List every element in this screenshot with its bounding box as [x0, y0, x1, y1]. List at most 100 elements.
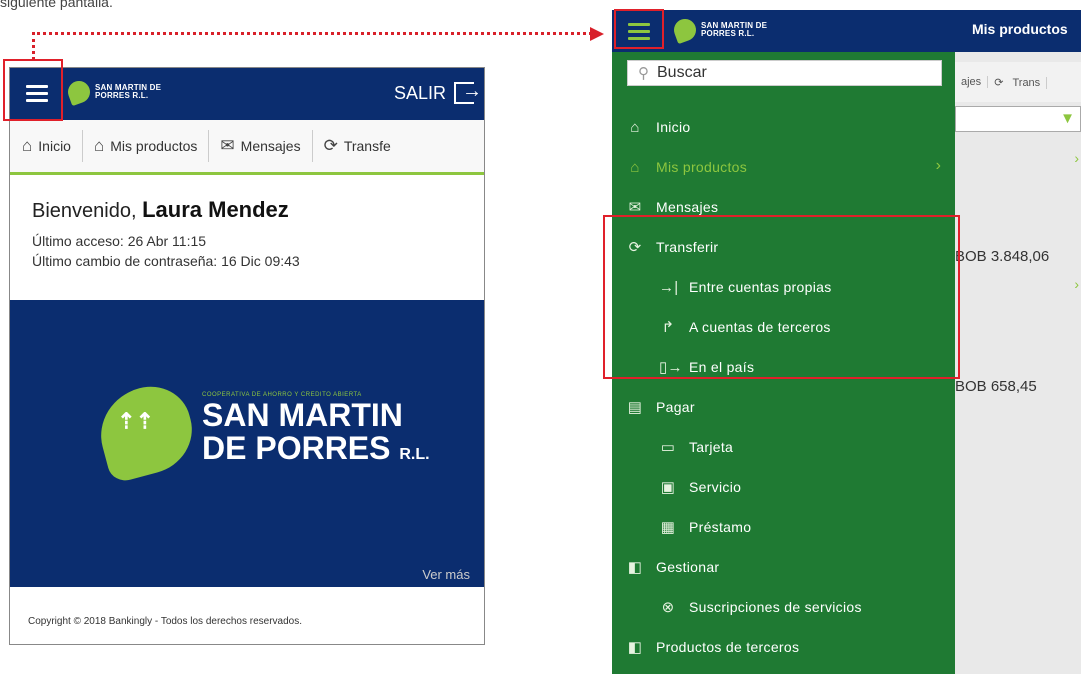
menu-label: Préstamo — [689, 519, 752, 535]
menu-label: Suscripciones de servicios — [689, 599, 862, 615]
menu-label: Gestionar — [656, 559, 720, 575]
menu-item-entre-cuentas-propias[interactable]: →| Entre cuentas propias — [659, 271, 832, 303]
brand-logo: SAN MARTIN DE PORRES R.L. — [670, 15, 771, 45]
hamburger-menu-icon[interactable] — [26, 85, 48, 106]
header-title: Mis productos — [972, 21, 1068, 37]
logo-leaf-icon — [670, 15, 700, 45]
welcome-section: Bienvenido, Laura Mendez Último acceso: … — [10, 175, 484, 300]
banner-suffix: R.L. — [399, 445, 430, 463]
chevron-right-icon: › — [1074, 276, 1079, 292]
tab-label: Mensajes — [240, 138, 301, 154]
menu-label: Tarjeta — [689, 439, 734, 455]
logout-label: SALIR — [393, 82, 446, 103]
menu-label: Pagar — [656, 399, 695, 415]
service-icon: ▣ — [660, 479, 676, 496]
tab-label: Transfe — [343, 138, 391, 154]
arrow-bar-icon: →| — [659, 278, 679, 296]
door-arrow-icon: ▯→ — [659, 359, 683, 376]
menu-label: Mensajes — [656, 199, 719, 215]
connector-arrowhead — [590, 27, 604, 41]
arrow-turn-icon: ↱ — [661, 319, 675, 336]
connector-vertical — [32, 32, 35, 60]
third-party-icon: ◧ — [627, 639, 643, 656]
transfer-icon: ⟳ — [628, 239, 642, 256]
brand-banner: ⇡⇡ COOPERATIVA DE AHORRO Y CREDITO ABIER… — [10, 300, 484, 587]
menu-label: A cuentas de terceros — [689, 319, 831, 335]
logo-leaf-icon — [64, 77, 94, 107]
transfer-icon: ⟳ — [323, 136, 338, 155]
tab-bar: ⌂ Inicio ⌂ Mis productos ✉ Mensajes ⟳ Transf… — [10, 120, 484, 175]
logout-button[interactable]: SALIR — [393, 80, 482, 104]
banner-leaf-icon: ⇡⇡ — [90, 377, 202, 485]
menu-label: Productos de terceros — [656, 639, 800, 655]
bg-tab-label: Trans — [1006, 76, 1048, 89]
background-tabs: ajes ⟳ Trans — [955, 62, 1081, 102]
welcome-heading: Bienvenido, Laura Mendez — [32, 197, 462, 223]
connector-horizontal — [32, 32, 592, 35]
tab-label: Inicio — [38, 138, 71, 154]
menu-label: Entre cuentas propias — [689, 279, 832, 295]
menu-screen: SAN MARTIN DE PORRES R.L. Mis productos … — [612, 10, 1081, 674]
inbox-icon: ✉ — [628, 199, 642, 216]
menu-item-inicio[interactable]: ⌂ Inicio — [626, 111, 690, 143]
last-password-change-text: Último cambio de contraseña: 16 Dic 09:4… — [32, 253, 300, 269]
tab-mensajes[interactable]: ✉ Mensajes — [209, 130, 313, 162]
logo-text: SAN MARTIN DE PORRES R.L. — [701, 21, 768, 38]
brand-logo: SAN MARTIN DE PORRES R.L. — [64, 77, 165, 107]
menu-label: Transferir — [656, 239, 719, 255]
pay-icon: ▤ — [627, 399, 643, 416]
menu-label: En el país — [689, 359, 755, 375]
app-header-right: SAN MARTIN DE PORRES R.L. Mis productos — [612, 10, 1081, 52]
search-input[interactable]: ⚲ Buscar — [627, 60, 942, 86]
menu-item-productos-de-terceros[interactable]: ◧ Productos de terceros — [626, 631, 799, 663]
banner-title-line2: DE PORRES — [202, 429, 391, 466]
ver-mas-link[interactable]: Ver más — [422, 567, 470, 582]
inbox-icon: ✉ — [220, 136, 235, 155]
hamburger-menu-icon[interactable] — [628, 23, 650, 44]
account-balance: BOB 3.848,06 — [955, 248, 1050, 265]
logo-text: SAN MARTIN DE PORRES R.L. — [95, 83, 162, 100]
menu-item-a-cuentas-de-terceros[interactable]: ↱ A cuentas de terceros — [659, 311, 831, 343]
search-icon: ⚲ — [638, 65, 649, 82]
menu-item-tarjeta[interactable]: ▭ Tarjeta — [659, 431, 733, 463]
menu-label: Inicio — [656, 119, 691, 135]
side-drawer: ⚲ Buscar ⌂ Inicio ⌂ Mis productos › ✉ Mensa… — [612, 52, 955, 674]
chevron-right-icon: › — [935, 157, 941, 174]
menu-item-servicio[interactable]: ▣ Servicio — [659, 471, 741, 503]
bank-icon: ⌂ — [630, 158, 640, 176]
card-icon: ▭ — [660, 439, 676, 456]
tab-inicio[interactable]: ⌂ Inicio — [18, 130, 83, 162]
menu-item-mensajes[interactable]: ✉ Mensajes — [626, 191, 718, 223]
menu-label: Servicio — [689, 479, 742, 495]
last-access-text: Último acceso: 26 Abr 11:15 — [32, 233, 207, 249]
tab-mis-productos[interactable]: ⌂ Mis productos — [83, 130, 210, 162]
tab-label: Mis productos — [110, 138, 198, 154]
chevron-right-icon: › — [1074, 150, 1079, 166]
welcome-prefix: Bienvenido, — [32, 200, 137, 222]
home-icon: ⌂ — [22, 136, 33, 155]
menu-item-suscripciones[interactable]: ⊗ Suscripciones de servicios — [659, 591, 862, 623]
filter-icon: ▼ — [1060, 110, 1075, 127]
bg-tab-transfer: ⟳ Trans — [988, 76, 1053, 89]
menu-item-gestionar[interactable]: ◧ Gestionar — [626, 551, 719, 583]
menu-label: Mis productos — [656, 159, 748, 175]
loan-icon: ▦ — [660, 519, 676, 536]
account-balance: BOB 658,45 — [955, 378, 1037, 395]
menu-item-pagar[interactable]: ▤ Pagar — [626, 391, 695, 423]
banner-title-line1: SAN MARTIN — [202, 396, 403, 433]
menu-item-mis-productos[interactable]: ⌂ Mis productos — [626, 151, 747, 183]
bank-icon: ⌂ — [93, 136, 105, 155]
menu-item-transferir[interactable]: ⟳ Transferir — [626, 231, 719, 263]
home-screen: SAN MARTIN DE PORRES R.L. SALIR ⌂ Inicio … — [9, 67, 485, 645]
subscription-icon: ⊗ — [661, 599, 675, 616]
menu-item-prestamo[interactable]: ▦ Préstamo — [659, 511, 751, 543]
app-header: SAN MARTIN DE PORRES R.L. SALIR — [10, 68, 484, 120]
manage-icon: ◧ — [627, 559, 643, 576]
user-name: Laura Mendez — [142, 197, 289, 222]
tab-transferir[interactable]: ⟳ Transfe — [313, 130, 402, 162]
search-placeholder: Buscar — [657, 64, 707, 81]
bg-tab-label: ajes — [955, 76, 989, 88]
banner-logo: ⇡⇡ COOPERATIVA DE AHORRO Y CREDITO ABIER… — [90, 377, 430, 485]
menu-item-en-el-pais[interactable]: ▯→ En el país — [659, 351, 754, 383]
exit-icon — [454, 80, 482, 104]
